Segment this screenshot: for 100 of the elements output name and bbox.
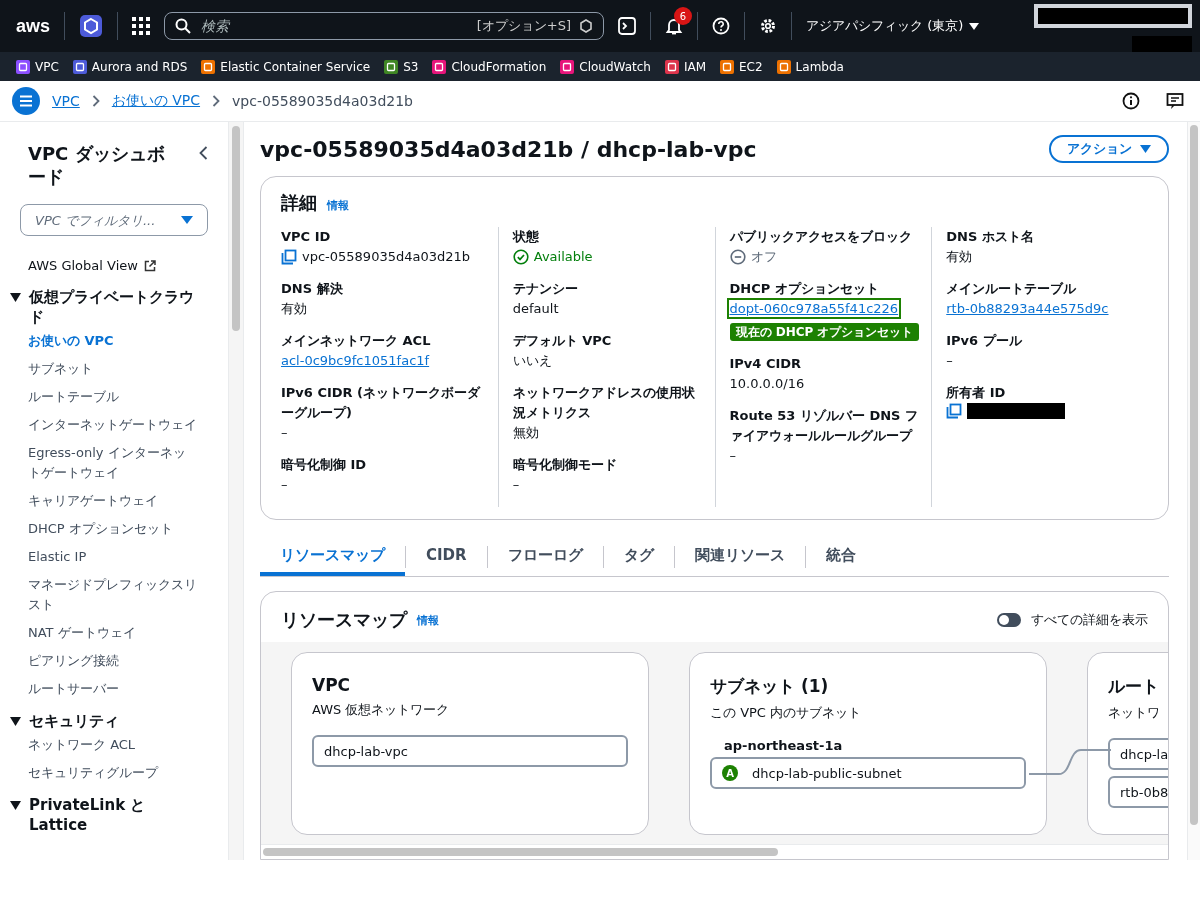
field-label: DHCP オプションセット [729,280,880,298]
toggle-label: すべての詳細を表示 [1031,611,1148,629]
collapse-icon[interactable] [199,146,208,160]
favorite-link[interactable]: Elastic Container Service [201,59,371,74]
section-toggle[interactable]: PrivateLink と Lattice [10,795,208,835]
sidebar-title: VPC ダッシュボード [28,142,166,188]
sidebar-item[interactable]: お使いの VPC [28,327,198,355]
card-title: VPC [312,675,352,695]
field-value: default [512,300,560,318]
field-value: 無効 [512,424,540,442]
caret-icon [969,22,980,30]
notification-count: 6 [674,7,693,25]
help-icon[interactable] [712,17,731,35]
resource-node[interactable]: A dhcp-lab-public-subnet [710,757,1026,789]
card-subtitle: この VPC 内のサブネット [710,704,863,722]
scrollbar-thumb[interactable] [1190,125,1198,825]
feedback-icon[interactable] [1166,92,1184,110]
sidebar-item[interactable]: ルートサーバー [28,675,198,703]
tab[interactable]: 関連リソース [674,538,805,576]
redaction-bar [1132,36,1192,52]
search-field[interactable]: 検索 [オプション+S] [164,12,605,40]
sidebar-item[interactable]: マネージドプレフィックスリスト [28,571,198,619]
search-input[interactable]: 検索 [199,17,469,35]
copy-icon[interactable] [281,249,297,265]
info-icon[interactable] [1122,92,1140,110]
section-toggle[interactable]: セキュリティ [10,711,208,731]
field-label: メインルートテーブル [946,280,1078,298]
field-label: パブリックアクセスをブロック [729,228,913,246]
field-label: VPC ID [281,228,332,246]
logo[interactable]: aws [16,15,51,37]
settings-icon[interactable] [759,17,778,35]
resource-link[interactable]: rtb-0b88293a44e575d9c [946,301,1109,316]
field-value: 有効 [946,248,974,266]
caret-icon [1140,145,1151,153]
search-icon [175,18,192,34]
terminal-icon[interactable] [618,17,637,35]
caret-icon [10,717,21,726]
tab[interactable]: CIDR [406,538,487,576]
status-value: Available [533,248,593,266]
field-label: デフォルト VPC [512,332,613,350]
sidebar-item[interactable]: キャリアゲートウェイ [28,487,198,515]
favorite-link[interactable]: VPC [16,59,59,74]
field-label: 状態 [512,228,540,246]
resource-link[interactable]: acl-0c9bc9fc1051fac1f [281,353,430,368]
sidebar-item[interactable]: Elastic IP [28,543,198,571]
sidebar-item[interactable]: サブネット [28,355,198,383]
caret-icon [181,216,193,224]
caret-icon [10,801,21,810]
field-label: 暗号化制御モード [512,456,618,474]
sidebar-item[interactable]: セキュリティグループ [28,759,198,787]
favorite-link[interactable]: S3 [384,59,419,74]
breadcrumb[interactable]: お使いの VPC [111,92,201,110]
favorite-link[interactable]: Lambda [776,59,844,74]
sidebar-item[interactable]: インターネットゲートウェイ [28,411,198,439]
field-value: vpc-05589035d4a03d21b [302,248,471,266]
info-link[interactable]: 情報 [327,198,349,213]
caret-icon [10,293,21,302]
tab[interactable]: リソースマップ [260,538,405,576]
favorite-link[interactable]: CloudFormation [432,59,547,74]
copy-icon[interactable] [946,403,963,419]
field-value: いいえ [512,352,553,370]
favorite-link[interactable]: IAM [664,59,706,74]
sidebar-item[interactable]: DHCP オプションセット [28,515,198,543]
field-value: 10.0.0.0/16 [729,375,806,393]
panel-title: リソースマップ [281,608,407,632]
chevron-icon [91,95,100,107]
sidebar-item[interactable]: ネットワーク ACL [28,731,198,759]
favorite-link[interactable]: EC2 [720,59,763,74]
field-label: 所有者 ID [946,384,1007,402]
breadcrumb: vpc-05589035d4a03d21b [232,93,413,109]
favorite-link[interactable]: CloudWatch [560,59,651,74]
resource-node[interactable]: dhcp-lab-vpc [312,735,628,767]
tab[interactable]: 統合 [805,538,876,576]
menu-icon[interactable] [12,87,40,115]
resource-link[interactable]: dopt-060c978a55f41c226 [729,301,899,316]
region-selector[interactable]: アジアパシフィック (東京) [806,17,964,35]
scrollbar-thumb[interactable] [232,126,240,331]
section-toggle[interactable]: 仮想プライベートクラウド [10,287,208,327]
tab[interactable]: フローログ [487,538,603,576]
group-label: ap-northeast-1a [724,738,844,753]
sidebar-item[interactable]: NAT ゲートウェイ [28,619,198,647]
sidebar-link[interactable]: AWS Global View [28,258,138,273]
minus-circle-icon [729,249,746,265]
scrollbar-thumb[interactable] [263,848,778,856]
hexagon-app-icon[interactable] [79,14,104,38]
grid-menu-icon[interactable] [132,17,151,35]
info-link[interactable]: 情報 [417,612,439,628]
field-value: 有効 [281,300,308,318]
sidebar-item[interactable]: Egress-only インターネットゲートウェイ [28,439,198,487]
sidebar-item[interactable]: ルートテーブル [28,383,198,411]
field-value: – [281,476,289,494]
field-label: ネットワークアドレスの使用状況メトリクス [512,384,696,422]
favorite-link[interactable]: Aurora and RDS [72,59,188,74]
sidebar-item[interactable]: ピアリング接続 [28,647,198,675]
filter-dropdown[interactable]: VPC でフィルタリ... [20,204,208,236]
field-value: – [729,447,737,465]
breadcrumb[interactable]: VPC [52,93,80,109]
actions-button[interactable]: アクション [1049,135,1169,163]
toggle-switch[interactable] [997,613,1021,627]
tab[interactable]: タグ [603,538,674,576]
